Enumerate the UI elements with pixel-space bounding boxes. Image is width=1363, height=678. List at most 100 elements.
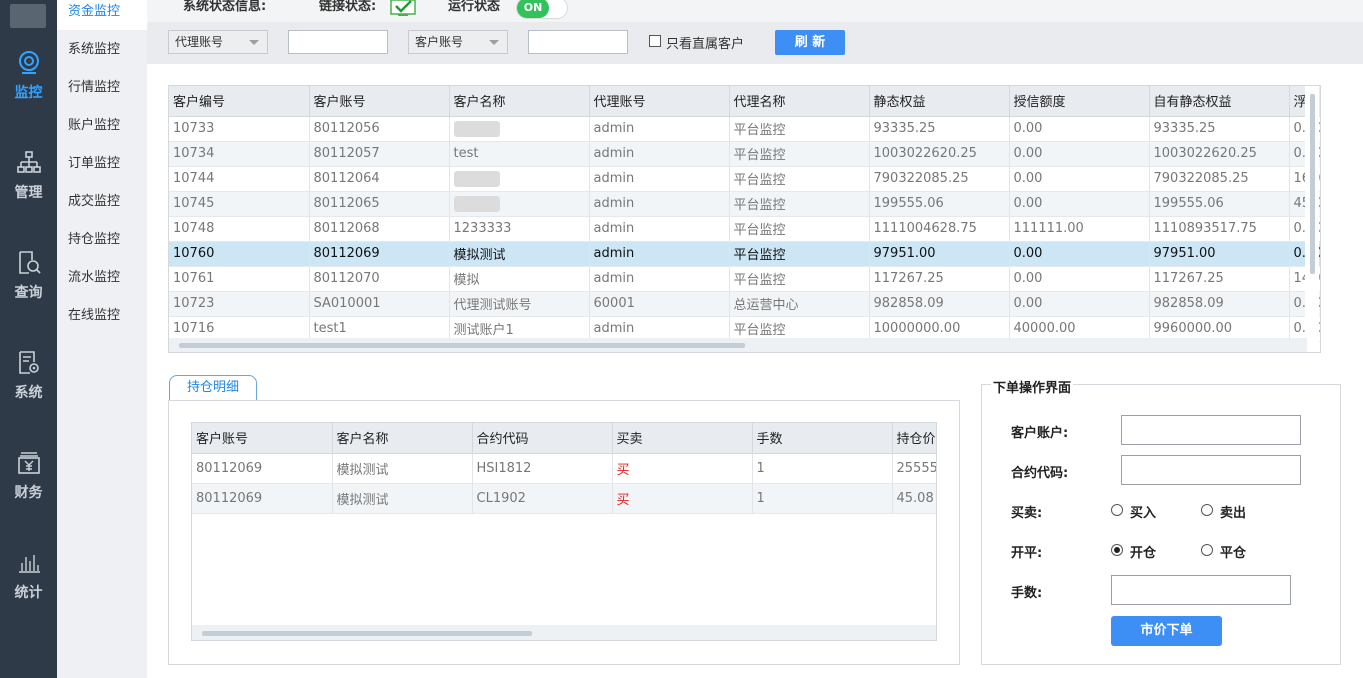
table-cell: 80112056 <box>309 116 450 142</box>
agent-account-select[interactable]: 代理账号 <box>168 30 268 54</box>
qty-input[interactable] <box>1111 575 1291 605</box>
column-header[interactable]: 代理名称 <box>729 86 870 117</box>
column-header[interactable]: 自有静态权益 <box>1149 86 1290 117</box>
table-cell: 25555 <box>892 453 936 484</box>
buy-radio[interactable] <box>1111 504 1123 516</box>
submenu-item-online-monitor[interactable]: 在线监控 <box>57 304 147 334</box>
table-cell: 平台监控 <box>729 166 870 192</box>
table-row[interactable]: 80112069 模拟测试 CL1902 买 1 45.08 <box>192 483 936 514</box>
run-status-toggle[interactable]: ON <box>516 0 568 19</box>
table-cell: 0.00 <box>1009 266 1150 292</box>
customer-account-input[interactable] <box>528 30 628 54</box>
table-cell: HSI1812 <box>472 453 613 484</box>
table-cell: 111111.00 <box>1009 216 1150 242</box>
open-radio[interactable] <box>1111 544 1123 556</box>
rail-label: 查询 <box>14 285 43 301</box>
agent-account-input[interactable] <box>288 30 388 54</box>
table-cell: 199555.06 <box>869 191 1010 217</box>
column-header[interactable]: 客户账号 <box>192 423 333 454</box>
table-row[interactable]: 10733 80112056 admin 平台监控 93335.25 0.00 93335.… <box>169 116 1320 142</box>
table-row[interactable]: 10744 80112064 admin 平台监控 790322085.25 0.00 79… <box>169 166 1320 192</box>
submenu-item-trade-monitor[interactable]: 成交监控 <box>57 190 147 220</box>
rail-item-monitor[interactable]: 监控 <box>0 50 57 130</box>
table-cell: 80112069 <box>192 483 333 514</box>
vertical-scrollbar[interactable] <box>1305 86 1319 352</box>
table-cell: CL1902 <box>472 483 613 514</box>
position-detail-grid: 客户账号 客户名称 合约代码 买卖 手数 持仓价 80112069 模拟测试 HSI… <box>191 422 937 641</box>
table-cell: 平台监控 <box>729 141 870 167</box>
table-cell <box>449 191 590 217</box>
link-ok-icon <box>390 0 416 16</box>
sell-radio[interactable] <box>1201 504 1213 516</box>
table-cell: 1233333 <box>449 216 590 242</box>
toggle-on-text: ON <box>517 0 549 18</box>
status-title: 系统状态信息: <box>183 0 267 14</box>
table-row[interactable]: 80112069 模拟测试 HSI1812 买 1 25555 <box>192 453 936 484</box>
scroll-thumb[interactable] <box>1310 94 1315 274</box>
rail-item-manage[interactable]: 管理 <box>0 150 57 230</box>
table-cell: 117267.25 <box>869 266 1010 292</box>
table-cell: test <box>449 141 590 167</box>
table-header-row: 客户编号 客户账号 客户名称 代理账号 代理名称 静态权益 授信额度 自有静态权… <box>169 86 1320 117</box>
column-header[interactable]: 客户名称 <box>449 86 590 117</box>
table-row[interactable]: 10745 80112065 admin 平台监控 199555.06 0.00 19955… <box>169 191 1320 217</box>
chevron-down-icon <box>489 40 499 45</box>
system-status-bar: 系统状态信息: 链接状态: 运行状态 ON <box>147 0 1363 22</box>
table-cell: 80112068 <box>309 216 450 242</box>
table-cell: 0.00 <box>1009 141 1150 167</box>
scroll-thumb[interactable] <box>179 343 745 348</box>
submenu-item-fund-monitor[interactable]: 资金监控 <box>57 0 147 30</box>
submenu-item-order-monitor[interactable]: 订单监控 <box>57 152 147 182</box>
submenu-item-account-monitor[interactable]: 账户监控 <box>57 114 147 144</box>
rail-item-stats[interactable]: 统计 <box>0 550 57 630</box>
column-header[interactable]: 手数 <box>752 423 893 454</box>
column-header[interactable]: 授信额度 <box>1009 86 1150 117</box>
table-cell <box>449 116 590 142</box>
open-label: 开仓 <box>1130 546 1157 561</box>
table-cell: 80112064 <box>309 166 450 192</box>
submenu-item-flow-monitor[interactable]: 流水监控 <box>57 266 147 296</box>
column-header[interactable]: 买卖 <box>612 423 753 454</box>
table-cell: 1 <box>752 453 893 484</box>
column-header[interactable]: 静态权益 <box>869 86 1010 117</box>
customer-account-select[interactable]: 客户账号 <box>408 30 508 54</box>
table-cell: 982858.09 <box>869 291 1010 317</box>
finance-yen-icon <box>17 452 40 474</box>
table-cell: 买 <box>612 483 753 514</box>
table-cell: 平台监控 <box>729 216 870 242</box>
submenu-item-system-monitor[interactable]: 系统监控 <box>57 38 147 68</box>
sort-up-icon[interactable]: ⌃ <box>374 86 383 94</box>
column-header[interactable]: 客户名称 <box>332 423 473 454</box>
table-cell: 10733 <box>169 116 310 142</box>
submenu-item-position-monitor[interactable]: 持仓监控 <box>57 228 147 258</box>
table-cell: 1111004628.75 <box>869 216 1010 242</box>
account-input[interactable] <box>1121 415 1301 445</box>
column-header[interactable]: 合约代码 <box>472 423 613 454</box>
refresh-button[interactable]: 刷 新 <box>775 30 845 55</box>
market-order-button[interactable]: 市价下单 <box>1111 616 1222 646</box>
table-row[interactable]: 10734 80112057 test admin 平台监控 1003022620.25 0… <box>169 141 1320 167</box>
column-header[interactable]: 持仓价 <box>892 423 936 454</box>
table-row[interactable]: 10723 SA010001 代理测试账号 60001 总运营中心 982858.09 0.… <box>169 291 1320 317</box>
table-row[interactable]: 10760 80112069 模拟测试 admin 平台监控 97951.00 0.00 97… <box>169 241 1320 267</box>
column-header[interactable]: 客户编号 <box>169 86 310 117</box>
table-header-row: 客户账号 客户名称 合约代码 买卖 手数 持仓价 <box>192 423 936 454</box>
close-radio[interactable] <box>1201 544 1213 556</box>
horizontal-scrollbar[interactable] <box>169 338 1307 352</box>
submenu-item-quote-monitor[interactable]: 行情监控 <box>57 76 147 106</box>
rail-item-system[interactable]: 系统 <box>0 350 57 430</box>
table-row[interactable]: 10748 80112068 1233333 admin 平台监控 1111004628.… <box>169 216 1320 242</box>
table-row[interactable]: 10761 80112070 模拟 admin 平台监控 117267.25 0.00 117… <box>169 266 1320 292</box>
tab-position-detail[interactable]: 持仓明细 <box>169 375 257 401</box>
column-header[interactable]: 代理账号 <box>589 86 730 117</box>
scroll-thumb[interactable] <box>202 631 532 636</box>
horizontal-scrollbar[interactable] <box>192 625 936 640</box>
contract-input[interactable] <box>1121 455 1301 485</box>
direct-only-checkbox[interactable] <box>649 35 661 47</box>
table-cell: 0.00 <box>1009 241 1150 267</box>
table-cell: 10744 <box>169 166 310 192</box>
rail-item-finance[interactable]: 财务 <box>0 450 57 530</box>
table-cell: admin <box>589 241 730 267</box>
rail-item-query[interactable]: 查询 <box>0 250 57 330</box>
table-cell: 模拟测试 <box>449 241 590 267</box>
